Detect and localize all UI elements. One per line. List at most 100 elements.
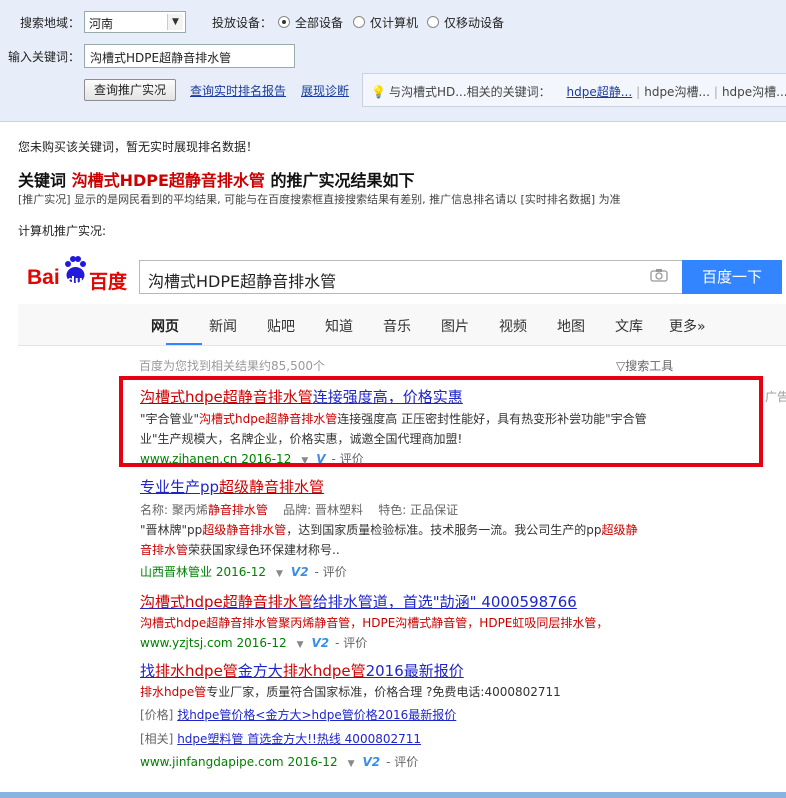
- tab-music[interactable]: 音乐: [383, 316, 411, 336]
- r2-date: 2016-12: [215, 565, 266, 579]
- r4-eval[interactable]: - 评价: [386, 755, 418, 769]
- r4-thl: 排水hdpe管: [155, 662, 238, 680]
- camera-icon[interactable]: [650, 268, 668, 282]
- result-heading: 关键词 沟槽式HDPE超静音排水管 的推广实况结果如下: [18, 167, 415, 191]
- ad-tag: 广告: [765, 390, 786, 404]
- related-keywords-prefix: 与沟槽式HD...相关的关键词：: [388, 85, 551, 99]
- r4-tb: 金方大: [237, 662, 283, 680]
- r3-trest: 给排水管道，首选"劼涵" 4000598766: [312, 593, 577, 611]
- r1-url[interactable]: www.zjhanen.cn: [140, 452, 237, 466]
- explain-text: [推广实况] 显示的是网民看到的平均结果, 可能与在百度搜索框直接搜索结果有差别…: [18, 193, 621, 206]
- tab-images[interactable]: 图片: [441, 316, 469, 336]
- r2-l1hl: 静音排水管: [207, 503, 268, 517]
- result-count: 百度为您找到相关结果约85,500个: [139, 359, 325, 373]
- computer-label: 计算机推广实况:: [18, 224, 107, 238]
- search-tools-label: 搜索工具: [625, 359, 674, 373]
- r3-eval[interactable]: - 评价: [335, 636, 367, 650]
- chevron-down-icon[interactable]: ▼: [167, 14, 183, 30]
- diagnose-link[interactable]: 展现诊断: [301, 82, 349, 99]
- v2-badge-icon[interactable]: V2: [291, 565, 309, 579]
- r2-url[interactable]: 山西晋林管业: [140, 565, 212, 579]
- result-3-url: www.yzjtsj.com 2016-12 ▼ V2 - 评价: [140, 634, 367, 651]
- related-keyword-1[interactable]: hdpe超静...: [567, 85, 633, 99]
- keyword-label: 输入关键词：: [8, 50, 81, 64]
- search-tools[interactable]: ▽搜索工具: [616, 357, 673, 374]
- tab-zhidao[interactable]: 知道: [325, 316, 353, 336]
- keyword-input[interactable]: 沟槽式HDPE超静音排水管: [84, 44, 295, 68]
- logo-text-baidu: 百度: [89, 271, 128, 293]
- radio-mobile-only-label: 仅移动设备: [444, 16, 505, 30]
- result-1-desc-line1: "宇合管业"沟槽式hdpe超静音排水管连接强度高 正压密封性能好，具有热变形补尝…: [140, 409, 647, 429]
- r2-thl: 超级静音排水管: [219, 478, 325, 496]
- result-2-line3: 音排水管荣获国家绿色环保建材称号..: [140, 540, 340, 560]
- baidu-logo: Bai du 百度: [27, 256, 131, 296]
- tab-tieba[interactable]: 贴吧: [267, 316, 295, 336]
- heading-suffix: 的推广实况结果如下: [270, 171, 415, 190]
- result-4-title[interactable]: 找排水hdpe管金方大排水hdpe管2016最新报价: [140, 660, 464, 681]
- r3-thl: 沟槽式hdpe超静音排水管: [140, 593, 313, 611]
- r2-l2hl: 超级静音排水管: [202, 523, 287, 537]
- tab-news[interactable]: 新闻: [209, 316, 237, 336]
- r1-d1b: 连接强度高 正压密封性能好，具有热变形补尝功能"宇合管: [337, 412, 647, 426]
- tab-more[interactable]: 更多»: [669, 316, 706, 336]
- result-2-line2: "晋林牌"pp超级静音排水管，达到国家质量检验标准。技术服务一流。我公司生产的p…: [140, 520, 638, 540]
- region-select[interactable]: 河南 ▼: [84, 11, 186, 33]
- r2-l3hl: 音排水管: [140, 543, 189, 557]
- r2-l2a: "晋林牌"pp: [140, 523, 203, 537]
- logo-text-bai: Bai: [27, 266, 60, 289]
- tab-map[interactable]: 地图: [557, 316, 585, 336]
- r1-date: 2016-12: [241, 452, 292, 466]
- result-4-line1: 排水hdpe管专业厂家，质量符合国家标准，价格合理 ?免费电话:40008027…: [140, 682, 561, 702]
- result-2-url: 山西晋林管业 2016-12 ▼ V2 - 评价: [140, 563, 347, 580]
- r2-l2hl2: 超级静: [601, 523, 638, 537]
- result-3-line1: 沟槽式hdpe超静音排水管聚丙烯静音管，HDPE沟槽式静音管，HDPE虹吸同层排…: [140, 616, 609, 630]
- baidu-tabs: 网页 新闻 贴吧 知道 音乐 图片 视频 地图 文库 更多»: [18, 304, 786, 346]
- lightbulb-icon: 💡: [371, 85, 386, 99]
- baidu-search-button[interactable]: 百度一下: [682, 260, 782, 294]
- radio-all-devices[interactable]: [278, 16, 290, 28]
- bottom-edge-bar: [0, 792, 786, 798]
- v2-badge-icon[interactable]: V2: [363, 755, 381, 769]
- result-2-title[interactable]: 专业生产pp超级静音排水管: [140, 476, 324, 497]
- result-2-line1: 名称: 聚丙烯静音排水管 品牌: 晋林塑料 特色: 正品保证: [140, 500, 458, 520]
- tab-web[interactable]: 网页: [151, 316, 179, 336]
- related-keywords-bar: 💡 与沟槽式HD...相关的关键词： hdpe超静... | hdpe沟槽... | hd…: [362, 73, 786, 107]
- device-label: 投放设备：: [212, 16, 273, 30]
- related-keyword-2[interactable]: hdpe沟槽...: [644, 85, 710, 99]
- r2-l1a: 名称: 聚丙烯: [140, 503, 208, 517]
- radio-computer-only[interactable]: [353, 16, 365, 28]
- v2-badge-icon[interactable]: V2: [312, 636, 330, 650]
- region-value: 河南: [89, 17, 114, 31]
- dropdown-triangle-icon[interactable]: ▼: [276, 569, 283, 579]
- baidu-search-input[interactable]: 沟槽式HDPE超静音排水管: [139, 260, 682, 294]
- radio-mobile-only[interactable]: [427, 16, 439, 28]
- r4-price-link[interactable]: 找hdpe管价格<金方大>hdpe管价格2016最新报价: [177, 708, 456, 722]
- v-badge-icon[interactable]: V: [316, 452, 325, 466]
- dropdown-triangle-icon[interactable]: ▼: [301, 456, 308, 466]
- query-button[interactable]: 查询推广实况: [84, 79, 176, 101]
- r2-eval[interactable]: - 评价: [315, 565, 347, 579]
- tab-video[interactable]: 视频: [499, 316, 527, 336]
- r3-url[interactable]: www.yzjtsj.com: [140, 636, 233, 650]
- r4-thl2: 排水hdpe管: [282, 662, 366, 680]
- tab-wenku[interactable]: 文库: [615, 316, 643, 336]
- result-3-title[interactable]: 沟槽式hdpe超静音排水管给排水管道，首选"劼涵" 4000598766: [140, 591, 577, 612]
- r2-l3b: 荣获国家绿色环保建材称号..: [188, 543, 340, 557]
- r4-l1hl: 排水hdpe管: [140, 685, 207, 699]
- r4-date: 2016-12: [287, 755, 338, 769]
- dropdown-triangle-icon[interactable]: ▼: [348, 759, 355, 769]
- r4-l3tag: [相关]: [140, 732, 174, 746]
- r1-eval[interactable]: - 评价: [332, 452, 364, 466]
- radio-all-devices-label: 全部设备: [295, 16, 344, 30]
- related-keyword-3[interactable]: hdpe沟槽...: [722, 85, 786, 99]
- r4-url[interactable]: www.jinfangdapipe.com: [140, 755, 284, 769]
- heading-prefix: 关键词: [18, 171, 67, 190]
- r2-l2b: ，达到国家质量检验标准。技术服务一流。我公司生产的pp: [286, 523, 602, 537]
- region-label: 搜索地域：: [20, 16, 81, 30]
- r2-l1b: 品牌: 晋林塑料 特色: 正品保证: [267, 503, 459, 517]
- realtime-rank-link[interactable]: 查询实时排名报告: [190, 82, 286, 99]
- result-1-title[interactable]: 沟槽式hdpe超静音排水管连接强度高，价格实惠: [140, 386, 463, 407]
- dropdown-triangle-icon[interactable]: ▼: [297, 640, 304, 650]
- r4-related-link[interactable]: hdpe塑料管 首选金方大!!热线 4000802711: [177, 732, 421, 746]
- result-4-url: www.jinfangdapipe.com 2016-12 ▼ V2 - 评价: [140, 753, 418, 770]
